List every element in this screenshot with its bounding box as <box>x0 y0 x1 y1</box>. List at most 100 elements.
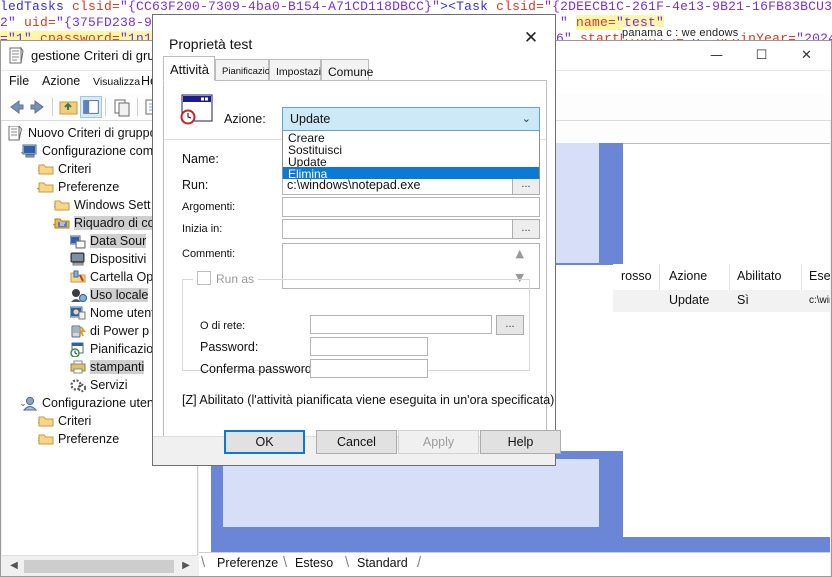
password-input[interactable] <box>310 337 428 356</box>
tree-item-label: Uso locale <box>90 288 149 302</box>
code-token: " <box>560 15 577 30</box>
close-button[interactable]: ✕ <box>784 41 829 70</box>
tab-attivita[interactable]: Attività <box>163 56 215 81</box>
tree-item-label: Servizi <box>90 378 128 392</box>
results-view-tabs: \ Preferenze \ Esteso \ Standard / <box>199 552 830 575</box>
datasource-icon <box>69 234 86 249</box>
folder-icon <box>38 414 54 429</box>
enabled-checkbox-label[interactable]: [Z] Abilitato (l'attività pianificata vi… <box>182 393 554 407</box>
tree-item-label: Nome utente <box>90 306 162 320</box>
forward-arrow-icon[interactable] <box>27 96 49 118</box>
tree-item-label: Criteri <box>58 162 92 176</box>
column-separator[interactable] <box>729 264 730 290</box>
gpmc-document-icon <box>9 46 24 64</box>
dialog-title: Proprietà test <box>169 36 253 52</box>
scroll-left-icon[interactable]: ◀ <box>8 560 20 572</box>
confirm-password-input[interactable] <box>310 359 428 378</box>
list-view-header: rosso Azione Abilitato Esegui <box>613 264 830 291</box>
copy-icon[interactable] <box>111 96 133 118</box>
dialog-footer: OK Cancel Apply Help <box>153 430 561 465</box>
confirm-password-label: Conferma password: <box>200 362 316 376</box>
scrollbar-thumb[interactable] <box>24 560 174 573</box>
results-blue-panel-lower <box>211 451 623 551</box>
toolbar-separator <box>137 98 138 116</box>
code-inline-comment: panama c : we endows <box>622 27 739 39</box>
code-token: 2" <box>0 15 25 30</box>
tab-divider-icon: \ <box>283 554 288 571</box>
code-token: "{CC63F200-7309-4ba0-B154-A71CD118DBCC}" <box>120 0 441 14</box>
column-header-abilitato[interactable]: Abilitato <box>737 269 781 283</box>
chevron-down-icon: ⌄ <box>521 112 531 125</box>
tree-item-label: Data Sour <box>90 234 147 248</box>
folder-open-icon <box>54 216 70 231</box>
dialog-titlebar: Proprietà test ✕ <box>153 15 555 53</box>
ok-button[interactable]: OK <box>224 430 305 454</box>
table-row[interactable]: Update Sì c:\win <box>613 290 830 312</box>
tab-preferenze[interactable]: Preferenze <box>217 556 278 570</box>
column-separator[interactable] <box>801 264 802 290</box>
tree-item-label: Criteri <box>58 414 92 428</box>
run-as-checkbox[interactable]: Run as <box>193 271 259 287</box>
action-combobox[interactable]: Update ⌄ <box>282 107 540 131</box>
results-blue-lower-inner <box>223 459 599 527</box>
tab-comune[interactable]: Comune <box>321 59 373 81</box>
scroll-right-icon[interactable]: ▶ <box>180 560 192 572</box>
tab-pianificazione[interactable]: Pianificazione <box>215 59 281 81</box>
power-icon <box>70 324 86 339</box>
network-label: O di rete: <box>200 320 246 332</box>
up-folder-icon[interactable] <box>58 96 80 118</box>
tab-standard[interactable]: Standard <box>357 556 408 570</box>
network-browse-button[interactable]: ... <box>496 315 524 335</box>
network-input[interactable] <box>310 315 492 334</box>
dropdown-option-elimina[interactable]: Elimina <box>283 167 539 181</box>
scheduled-tasks-icon <box>70 342 86 358</box>
dropdown-option-creare[interactable]: Creare <box>283 131 539 145</box>
column-header-esegui[interactable]: Esegui <box>809 269 830 283</box>
cell-esegui: c:\win <box>809 295 830 306</box>
column-separator[interactable] <box>659 264 660 290</box>
help-button[interactable]: Help <box>480 430 561 454</box>
start-in-browse-button[interactable]: ... <box>512 219 540 239</box>
tree-item-label: di Power p <box>90 324 150 338</box>
dialog-body: Azione: Update ⌄ Creare Sostituisci Upda… <box>163 80 554 438</box>
run-as-checkbox-box[interactable] <box>197 271 211 285</box>
password-label: Password: <box>200 340 259 354</box>
computer-icon <box>22 144 38 159</box>
dialog-close-icon[interactable]: ✕ <box>511 25 551 51</box>
back-arrow-icon[interactable] <box>5 96 27 118</box>
dropdown-option-sostituisci[interactable]: Sostituisci <box>283 143 539 157</box>
show-hide-console-tree-icon[interactable] <box>80 96 102 118</box>
code-token: uid= <box>24 15 57 30</box>
menu-item-azione[interactable]: Azione <box>42 74 80 88</box>
properties-dialog: Proprietà test ✕ Attività Pianificazione… <box>152 14 561 466</box>
menu-item-visualizza[interactable]: Visualizza <box>93 76 140 88</box>
scheduled-task-icon <box>180 93 214 125</box>
arguments-input[interactable] <box>282 197 540 217</box>
device-icon <box>70 252 86 267</box>
cell-azione: Update <box>669 293 710 307</box>
dropdown-option-update[interactable]: Update <box>283 155 539 169</box>
tab-impostazioni[interactable]: Impostazioni <box>269 59 335 81</box>
tab-esteso[interactable]: Esteso <box>295 556 333 570</box>
toolbar-separator <box>52 98 53 116</box>
tab-divider-icon: / <box>417 554 422 571</box>
comments-label: Commenti: <box>182 248 236 260</box>
menu-item-file[interactable]: File <box>9 74 29 88</box>
folder-icon <box>38 180 54 195</box>
cancel-button[interactable]: Cancel <box>316 430 397 454</box>
column-header-azione[interactable]: Azione <box>669 269 707 283</box>
user-icon <box>22 396 38 411</box>
code-token: ><Task <box>440 0 497 14</box>
maximize-button[interactable]: ☐ <box>739 41 784 70</box>
folder-options-icon <box>70 270 86 285</box>
action-dropdown-list[interactable]: Creare Sostituisci Update Elimina <box>282 131 540 181</box>
folder-icon <box>38 162 54 177</box>
start-in-input[interactable] <box>282 219 522 239</box>
tree-horizontal-scrollbar[interactable]: ◀ ▶ <box>2 555 198 576</box>
minimize-button[interactable]: — <box>694 41 739 70</box>
apply-button: Apply <box>398 430 479 454</box>
scroll-up-icon[interactable]: ▲ <box>516 247 524 260</box>
arguments-label: Argomenti: <box>182 201 236 213</box>
column-header-nome[interactable]: rosso <box>621 269 652 283</box>
tree-item-label: Preferenze <box>58 432 120 446</box>
